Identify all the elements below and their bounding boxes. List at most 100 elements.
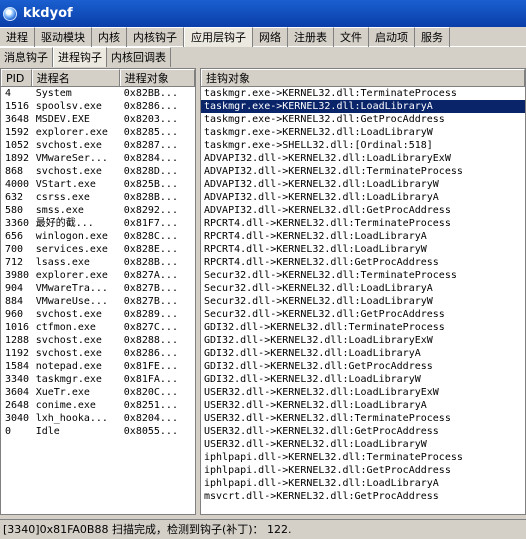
process-pid: 1288 <box>5 335 30 346</box>
tab-network[interactable]: 网络 <box>253 27 288 47</box>
hook-row[interactable]: RPCRT4.dll->KERNEL32.dll:LoadLibraryA <box>201 230 525 243</box>
process-pid: 2648 <box>5 400 30 411</box>
process-object: 0x8292... <box>123 205 178 216</box>
process-name: winlogon.exe <box>35 231 108 242</box>
tab-driver-modules[interactable]: 驱动模块 <box>35 27 92 47</box>
tab-kernel[interactable]: 内核 <box>92 27 127 47</box>
hook-row[interactable]: RPCRT4.dll->KERNEL32.dll:GetProcAddress <box>201 256 525 269</box>
column-header-process-object[interactable]: 进程对象 <box>119 69 195 86</box>
hook-row[interactable]: USER32.dll->KERNEL32.dll:LoadLibraryExW <box>201 386 525 399</box>
hook-list-panel: 挂钩对象 taskmgr.exe->KERNEL32.dll:Terminate… <box>200 68 526 515</box>
process-object: 0x828D... <box>123 166 178 177</box>
hook-row[interactable]: RPCRT4.dll->KERNEL32.dll:LoadLibraryW <box>201 243 525 256</box>
process-row[interactable]: 3360 最好的截... 0x81F7... <box>1 217 195 230</box>
process-row[interactable]: 700 services.exe 0x828E... <box>1 243 195 256</box>
process-object: 0x828B... <box>123 257 178 268</box>
process-pid: 700 <box>5 244 24 255</box>
hook-row[interactable]: ADVAPI32.dll->KERNEL32.dll:LoadLibraryW <box>201 178 525 191</box>
process-name: 最好的截... <box>35 218 94 229</box>
hook-row[interactable]: ADVAPI32.dll->KERNEL32.dll:LoadLibraryEx… <box>201 152 525 165</box>
hook-row[interactable]: taskmgr.exe->KERNEL32.dll:TerminateProce… <box>201 87 525 100</box>
hook-row[interactable]: iphlpapi.dll->KERNEL32.dll:TerminateProc… <box>201 451 525 464</box>
hook-row[interactable]: iphlpapi.dll->KERNEL32.dll:LoadLibraryA <box>201 477 525 490</box>
process-row[interactable]: 1192 svchost.exe 0x8286... <box>1 347 195 360</box>
process-pid: 1192 <box>5 348 30 359</box>
hook-row[interactable]: taskmgr.exe->KERNEL32.dll:LoadLibraryW <box>201 126 525 139</box>
subtab-message-hooks[interactable]: 消息钩子 <box>0 47 53 67</box>
column-header-hook-object[interactable]: 挂钩对象 <box>201 69 525 86</box>
hook-row[interactable]: taskmgr.exe->SHELL32.dll:[Ordinal:518] <box>201 139 525 152</box>
process-row[interactable]: 580 smss.exe 0x8292... <box>1 204 195 217</box>
process-row[interactable]: 4000 VStart.exe 0x825B... <box>1 178 195 191</box>
subtab-process-hooks[interactable]: 进程钩子 <box>53 47 107 67</box>
status-bar: [3340]0x81FA0B88 扫描完成，检测到钩子(补丁)： 122. <box>0 519 526 539</box>
tab-file[interactable]: 文件 <box>334 27 369 47</box>
hook-row[interactable]: GDI32.dll->KERNEL32.dll:LoadLibraryExW <box>201 334 525 347</box>
hook-row[interactable]: GDI32.dll->KERNEL32.dll:GetProcAddress <box>201 360 525 373</box>
hook-row[interactable]: USER32.dll->KERNEL32.dll:GetProcAddress <box>201 425 525 438</box>
hook-row[interactable]: Secur32.dll->KERNEL32.dll:TerminateProce… <box>201 269 525 282</box>
column-header-process-name[interactable]: 进程名 <box>31 69 120 86</box>
hook-row[interactable]: Secur32.dll->KERNEL32.dll:LoadLibraryW <box>201 295 525 308</box>
hook-row[interactable]: GDI32.dll->KERNEL32.dll:LoadLibraryW <box>201 373 525 386</box>
process-row[interactable]: 3980 explorer.exe 0x827A... <box>1 269 195 282</box>
hook-row[interactable]: USER32.dll->KERNEL32.dll:TerminateProces… <box>201 412 525 425</box>
process-row[interactable]: 1052 svchost.exe 0x8287... <box>1 139 195 152</box>
process-name: Idle <box>35 426 60 437</box>
hook-row[interactable]: ADVAPI32.dll->KERNEL32.dll:LoadLibraryA <box>201 191 525 204</box>
process-row[interactable]: 868 svchost.exe 0x828D... <box>1 165 195 178</box>
hook-row[interactable]: taskmgr.exe->KERNEL32.dll:LoadLibraryA <box>201 100 525 113</box>
process-row[interactable]: 712 lsass.exe 0x828B... <box>1 256 195 269</box>
process-pid: 3340 <box>5 374 30 385</box>
process-row[interactable]: 1892 VMwareSer... 0x8284... <box>1 152 195 165</box>
hook-row[interactable]: taskmgr.exe->KERNEL32.dll:GetProcAddress <box>201 113 525 126</box>
process-row[interactable]: 1016 ctfmon.exe 0x827C... <box>1 321 195 334</box>
hook-row[interactable]: GDI32.dll->KERNEL32.dll:LoadLibraryA <box>201 347 525 360</box>
hook-row[interactable]: Secur32.dll->KERNEL32.dll:GetProcAddress <box>201 308 525 321</box>
process-row[interactable]: 656 winlogon.exe 0x828C... <box>1 230 195 243</box>
process-row[interactable]: 1584 notepad.exe 0x81FE... <box>1 360 195 373</box>
hook-row[interactable]: RPCRT4.dll->KERNEL32.dll:TerminateProces… <box>201 217 525 230</box>
process-object: 0x8289... <box>123 309 178 320</box>
hook-row[interactable]: ADVAPI32.dll->KERNEL32.dll:GetProcAddres… <box>201 204 525 217</box>
column-header-pid[interactable]: PID <box>1 69 32 86</box>
hook-row[interactable]: Secur32.dll->KERNEL32.dll:LoadLibraryA <box>201 282 525 295</box>
process-row[interactable]: 0 Idle 0x8055... <box>1 425 195 438</box>
process-row[interactable]: 884 VMwareUse... 0x827B... <box>1 295 195 308</box>
process-object: 0x827B... <box>123 296 178 307</box>
subtab-kernel-callback-table[interactable]: 内核回调表 <box>107 47 171 67</box>
process-name: smss.exe <box>35 205 84 216</box>
hook-row[interactable]: ADVAPI32.dll->KERNEL32.dll:TerminateProc… <box>201 165 525 178</box>
tab-app-layer-hooks[interactable]: 应用层钩子 <box>184 27 253 48</box>
hook-row[interactable]: USER32.dll->KERNEL32.dll:LoadLibraryA <box>201 399 525 412</box>
process-row[interactable]: 3040 lxh_hooka... 0x8204... <box>1 412 195 425</box>
tab-kernel-hooks[interactable]: 内核钩子 <box>127 27 184 47</box>
tab-registry[interactable]: 注册表 <box>288 27 334 47</box>
process-row[interactable]: 2648 conime.exe 0x8251... <box>1 399 195 412</box>
process-row[interactable]: 1516 spoolsv.exe 0x8286... <box>1 100 195 113</box>
process-row[interactable]: 4 System 0x82BB... <box>1 87 195 100</box>
tab-services[interactable]: 服务 <box>415 27 450 47</box>
process-object: 0x828E... <box>123 244 178 255</box>
process-row[interactable]: 904 VMwareTra... 0x827B... <box>1 282 195 295</box>
process-row[interactable]: 960 svchost.exe 0x8289... <box>1 308 195 321</box>
process-row[interactable]: 1592 explorer.exe 0x8285... <box>1 126 195 139</box>
process-list-body: 4 System 0x82BB... 1516 spoolsv.exe 0x8286...… <box>1 87 195 438</box>
process-name: lxh_hooka... <box>35 413 108 424</box>
hook-row[interactable]: iphlpapi.dll->KERNEL32.dll:GetProcAddres… <box>201 464 525 477</box>
hook-row[interactable]: GDI32.dll->KERNEL32.dll:TerminateProcess <box>201 321 525 334</box>
process-row[interactable]: 3340 taskmgr.exe 0x81FA... <box>1 373 195 386</box>
process-object: 0x8204... <box>123 413 178 424</box>
process-name: csrss.exe <box>35 192 90 203</box>
hook-list-body: taskmgr.exe->KERNEL32.dll:TerminateProce… <box>201 87 525 503</box>
hook-row[interactable]: USER32.dll->KERNEL32.dll:LoadLibraryW <box>201 438 525 451</box>
process-row[interactable]: 1288 svchost.exe 0x8288... <box>1 334 195 347</box>
process-row[interactable]: 3648 MSDEV.EXE 0x8203... <box>1 113 195 126</box>
tab-startup[interactable]: 启动项 <box>369 27 415 47</box>
tab-process[interactable]: 进程 <box>0 27 35 47</box>
process-pid: 3648 <box>5 114 30 125</box>
process-object: 0x8285... <box>123 127 178 138</box>
process-row[interactable]: 3604 XueTr.exe 0x820C... <box>1 386 195 399</box>
process-row[interactable]: 632 csrss.exe 0x828B... <box>1 191 195 204</box>
hook-row[interactable]: msvcrt.dll->KERNEL32.dll:GetProcAddress <box>201 490 525 503</box>
